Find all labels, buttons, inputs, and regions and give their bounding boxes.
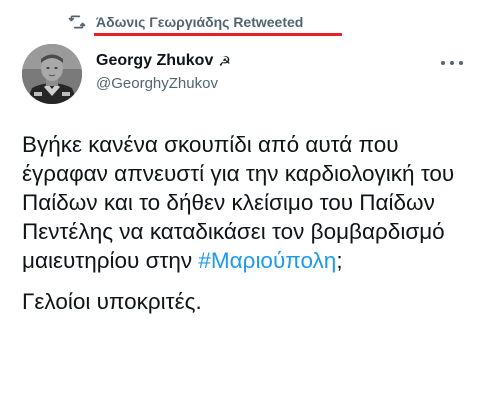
avatar-photo (22, 44, 82, 104)
more-dot (459, 61, 463, 65)
hashtag-link[interactable]: #Μαριούπολη (198, 248, 336, 273)
author-info: Georgy Zhukov ☭ @GeorghyZhukov (96, 52, 231, 92)
tweet-paragraph-1-end: ; (336, 248, 343, 273)
tweet-paragraph-1: Βγήκε κανένα σκουπίδι από αυτά που έγραφ… (22, 130, 472, 275)
avatar[interactable] (22, 44, 82, 104)
tweet-card[interactable]: Άδωνις Γεωργιάδης Retweeted Georgy Zhuko… (0, 0, 483, 405)
retweet-icon (68, 13, 86, 31)
more-dot (450, 61, 454, 65)
highlight-underline (94, 33, 342, 36)
display-name[interactable]: Georgy Zhukov (96, 52, 213, 70)
user-handle[interactable]: @GeorghyZhukov (96, 75, 231, 92)
retweeter-label[interactable]: Άδωνις Γεωργιάδης Retweeted (96, 14, 303, 30)
more-options-icon[interactable] (441, 58, 463, 68)
more-dot (441, 61, 445, 65)
retweet-context[interactable]: Άδωνις Γεωργιάδης Retweeted (68, 10, 303, 34)
display-name-row[interactable]: Georgy Zhukov ☭ (96, 52, 231, 70)
tweet-paragraph-2: Γελοίοι υποκριτές. (22, 289, 202, 314)
tweet-text: Βγήκε κανένα σκουπίδι από αυτά που έγραφ… (22, 130, 472, 316)
hammer-sickle-icon: ☭ (218, 52, 231, 69)
